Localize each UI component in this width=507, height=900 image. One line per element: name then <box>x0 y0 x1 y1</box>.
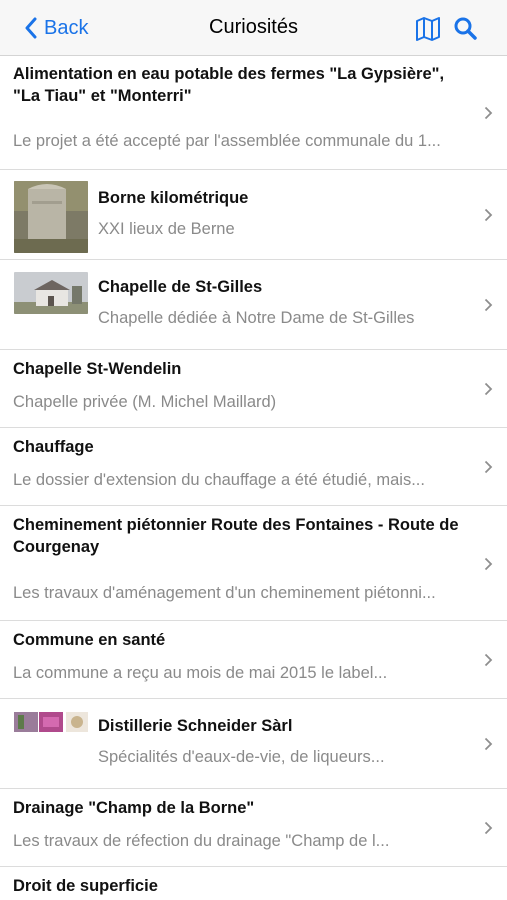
item-title: Chauffage <box>13 438 94 456</box>
list-item[interactable]: Chapelle de St-Gilles Chapelle dédiée à … <box>0 260 507 350</box>
item-title: Drainage "Champ de la Borne" <box>13 799 255 817</box>
list-item[interactable]: Drainage "Champ de la Borne" Les travaux… <box>0 789 507 867</box>
item-subtitle: Chapelle dédiée à Notre Dame de St-Gille… <box>98 309 415 327</box>
navigation-bar: Back Curiosités <box>0 0 507 56</box>
item-subtitle: Les travaux d'aménagement d'un chemineme… <box>13 584 436 602</box>
search-icon[interactable] <box>453 16 479 42</box>
chevron-right-icon <box>484 208 493 222</box>
list-item[interactable]: Chauffage Le dossier d'extension du chau… <box>0 428 507 506</box>
distillery-thumbnail <box>14 711 88 733</box>
chevron-right-icon <box>484 298 493 312</box>
list-item[interactable]: Droit de superficie <box>0 867 507 900</box>
chevron-right-icon <box>484 821 493 835</box>
item-subtitle: XXI lieux de Berne <box>98 220 235 238</box>
milestone-thumbnail <box>14 181 88 253</box>
chevron-right-icon <box>484 106 493 120</box>
chevron-right-icon <box>484 557 493 571</box>
list-item[interactable]: Distillerie Schneider Sàrl Spécialités d… <box>0 699 507 789</box>
chevron-right-icon <box>484 737 493 751</box>
item-subtitle: Le dossier d'extension du chauffage a ét… <box>13 471 425 489</box>
item-title: Commune en santé <box>13 631 166 649</box>
chevron-right-icon <box>484 460 493 474</box>
map-icon[interactable] <box>415 16 441 42</box>
list-item[interactable]: Cheminement piétonnier Route des Fontain… <box>0 506 507 621</box>
item-subtitle: Spécialités d'eaux-de-vie, de liqueurs..… <box>98 748 385 766</box>
list-item[interactable]: Alimentation en eau potable des fermes "… <box>0 56 507 170</box>
item-title: Cheminement piétonnier Route des Fontain… <box>13 516 459 556</box>
chevron-right-icon <box>484 382 493 396</box>
item-title: Droit de superficie <box>13 877 158 895</box>
item-title: Chapelle de St-Gilles <box>98 278 263 296</box>
item-title: Chapelle St-Wendelin <box>13 360 182 378</box>
list-item[interactable]: Chapelle St-Wendelin Chapelle privée (M.… <box>0 350 507 428</box>
curiosities-list: Alimentation en eau potable des fermes "… <box>0 56 507 900</box>
item-subtitle: Le projet a été accepté par l'assemblée … <box>13 132 441 150</box>
item-subtitle: La commune a reçu au mois de mai 2015 le… <box>13 664 388 682</box>
item-title: Alimentation en eau potable des fermes "… <box>13 65 445 105</box>
item-subtitle: Chapelle privée (M. Michel Maillard) <box>13 393 277 411</box>
item-title: Distillerie Schneider Sàrl <box>98 717 293 735</box>
chapel-thumbnail <box>14 272 88 314</box>
list-item[interactable]: Commune en santé La commune a reçu au mo… <box>0 621 507 699</box>
item-subtitle: Les travaux de réfection du drainage "Ch… <box>13 832 390 850</box>
list-item[interactable]: Borne kilométrique XXI lieux de Berne <box>0 170 507 260</box>
chevron-right-icon <box>484 653 493 667</box>
item-title: Borne kilométrique <box>98 189 249 207</box>
